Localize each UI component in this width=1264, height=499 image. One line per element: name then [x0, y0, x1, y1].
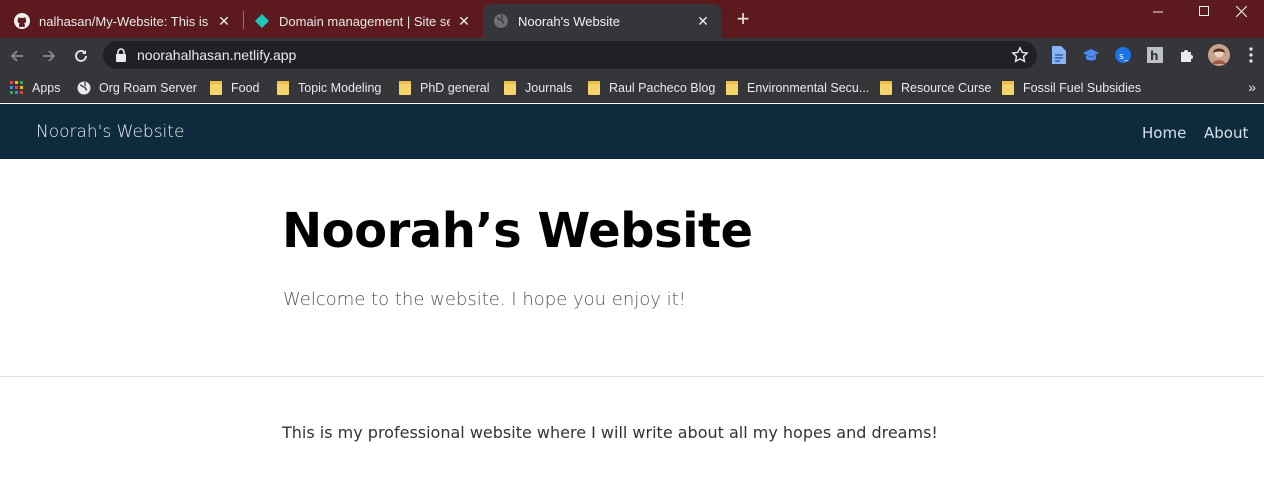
page-title: Noorah’s Website: [282, 203, 753, 259]
tab-title: Domain management | Site settin: [279, 13, 450, 29]
folder-icon: [725, 81, 739, 95]
netlify-icon: [254, 13, 270, 29]
bookmark-label: Raul Pacheco Blog: [609, 81, 716, 95]
section-divider: [0, 376, 1264, 377]
bookmark-label: Fossil Fuel Subsidies: [1023, 81, 1142, 95]
folder-icon: [503, 81, 517, 95]
bookmark-folder-journals[interactable]: Journals: [503, 79, 572, 97]
close-icon[interactable]: ✕: [216, 13, 232, 29]
tab-github[interactable]: nalhasan/My-Website: This is my ✕: [4, 4, 242, 38]
bookmark-label: Org Roam Server: [99, 81, 197, 95]
folder-icon: [1001, 81, 1015, 95]
bookmark-folder-food[interactable]: Food: [209, 79, 260, 97]
new-tab-button[interactable]: +: [731, 8, 755, 32]
bookmark-label: Environmental Secu...: [747, 81, 870, 95]
site-brand-link[interactable]: Noorah's Website: [36, 122, 184, 142]
close-icon[interactable]: ✕: [456, 13, 472, 29]
folder-icon: [276, 81, 290, 95]
bookmark-label: Resource Curse: [901, 81, 992, 95]
window-close-icon[interactable]: [1218, 0, 1264, 22]
bookmark-label: Apps: [32, 81, 61, 95]
site-navbar: Noorah's Website Home About: [0, 104, 1264, 159]
lock-icon: [115, 48, 127, 67]
folder-icon: [879, 81, 893, 95]
nav-about-link[interactable]: About: [1204, 124, 1248, 142]
docs-extension-icon[interactable]: [1048, 44, 1070, 66]
page-subtitle: Welcome to the website. I hope you enjoy…: [283, 289, 686, 310]
bookmark-label: Topic Modeling: [298, 81, 382, 95]
session-extension-icon[interactable]: s_: [1112, 44, 1134, 66]
svg-text:h: h: [1150, 49, 1159, 63]
globe-icon: [493, 13, 509, 29]
forward-icon[interactable]: [35, 42, 63, 70]
tab-title: nalhasan/My-Website: This is my: [39, 13, 210, 29]
bookmark-folder-resource-curse[interactable]: Resource Curse: [879, 79, 991, 97]
bookmark-folder-fossil-fuel-subsidies[interactable]: Fossil Fuel Subsidies: [1001, 79, 1141, 97]
bookmarks-bar: Apps Org Roam Server Food Topic Modeling…: [0, 73, 1264, 103]
bookmark-folder-topic-modeling[interactable]: Topic Modeling: [276, 79, 381, 97]
bookmark-apps[interactable]: Apps: [10, 79, 61, 97]
back-icon[interactable]: [3, 42, 31, 70]
minimize-icon[interactable]: [1135, 0, 1181, 22]
graduation-cap-extension-icon[interactable]: [1080, 44, 1102, 66]
browser-toolbar: noorahalhasan.netlify.app s_ h: [0, 38, 1264, 73]
tab-title: Noorah's Website: [518, 13, 620, 29]
reload-icon[interactable]: [67, 42, 95, 70]
hypothesis-extension-icon[interactable]: h: [1144, 44, 1166, 66]
browser-menu-icon[interactable]: [1240, 44, 1262, 66]
bookmark-star-icon[interactable]: [1011, 46, 1029, 69]
svg-text:s_: s_: [1119, 52, 1129, 62]
close-icon[interactable]: ✕: [695, 13, 711, 29]
bookmark-label: Food: [231, 81, 260, 95]
browser-tab-strip: nalhasan/My-Website: This is my ✕ Domain…: [0, 0, 1264, 38]
intro-paragraph: This is my professional website where I …: [282, 423, 938, 442]
github-icon: [14, 13, 30, 29]
bookmark-folder-environmental-security[interactable]: Environmental Secu...: [725, 79, 869, 97]
globe-icon: [77, 81, 91, 95]
tab-netlify[interactable]: Domain management | Site settin ✕: [244, 4, 482, 38]
bookmark-label: PhD general: [420, 81, 490, 95]
extensions-puzzle-icon[interactable]: [1176, 44, 1198, 66]
avatar[interactable]: [1208, 44, 1230, 66]
bookmark-folder-phd-general[interactable]: PhD general: [398, 79, 490, 97]
bookmark-label: Journals: [525, 81, 573, 95]
apps-grid-icon: [10, 81, 24, 95]
address-url: noorahalhasan.netlify.app: [137, 47, 297, 63]
nav-home-link[interactable]: Home: [1142, 124, 1186, 142]
folder-icon: [587, 81, 601, 95]
address-bar[interactable]: noorahalhasan.netlify.app: [103, 41, 1037, 69]
folder-icon: [398, 81, 412, 95]
folder-icon: [209, 81, 223, 95]
bookmarks-overflow-button[interactable]: »: [1248, 79, 1256, 95]
bookmark-org-roam-server[interactable]: Org Roam Server: [77, 79, 197, 97]
tab-active-site[interactable]: Noorah's Website ✕: [483, 4, 721, 38]
bookmark-folder-raul-pacheco-blog[interactable]: Raul Pacheco Blog: [587, 79, 715, 97]
